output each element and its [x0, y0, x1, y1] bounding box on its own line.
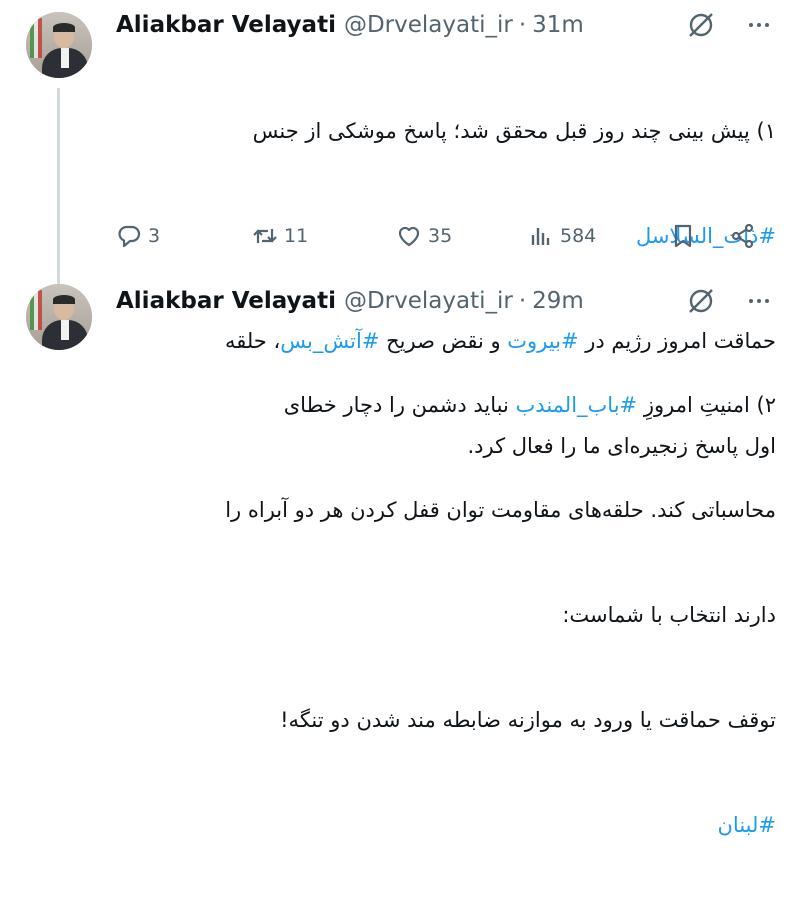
- tweet-header: Aliakbar Velayati @Drvelayati_ir · 29m: [116, 284, 584, 318]
- share-button[interactable]: [730, 218, 756, 254]
- timestamp[interactable]: 29m: [532, 288, 584, 314]
- reply-button[interactable]: 3: [116, 218, 160, 254]
- repost-button[interactable]: 11: [252, 218, 308, 254]
- reply-icon: [118, 225, 141, 248]
- timestamp[interactable]: 31m: [532, 12, 584, 38]
- hashtag-link[interactable]: #باب_المندب: [516, 393, 638, 417]
- separator-dot: ·: [518, 288, 527, 314]
- tweet-header: Aliakbar Velayati @Drvelayati_ir · 31m: [116, 8, 584, 42]
- tweet-text: ۲) امنیتِ امروزِ #باب_المندب نباید دشمن …: [108, 318, 776, 913]
- views-button[interactable]: 584: [528, 218, 596, 254]
- separator-dot: ·: [518, 12, 527, 38]
- more-dots-icon[interactable]: [744, 10, 774, 40]
- author-name[interactable]: Aliakbar Velayati: [116, 288, 336, 314]
- bookmark-icon: [674, 224, 692, 248]
- tweet-actions: 3 11 35 584: [116, 218, 766, 254]
- like-count: 35: [428, 225, 453, 247]
- views-count: 584: [560, 225, 597, 247]
- author-handle[interactable]: @Drvelayati_ir: [344, 288, 513, 314]
- author-name[interactable]: Aliakbar Velayati: [116, 12, 336, 38]
- views-chart-icon: [531, 228, 550, 245]
- tweet-1[interactable]: Aliakbar Velayati @Drvelayati_ir · 31m ۱…: [0, 0, 800, 458]
- repost-icon: [253, 229, 277, 243]
- hashtag-link[interactable]: #لبنان: [108, 808, 777, 843]
- bookmark-button[interactable]: [670, 218, 696, 254]
- tweet-line: ۲) امنیتِ امروزِ #باب_المندب نباید دشمن …: [283, 393, 776, 417]
- author-handle[interactable]: @Drvelayati_ir: [344, 12, 513, 38]
- more-dots-icon[interactable]: [744, 286, 774, 316]
- tweet-line: توقف حماقت یا ورود به موازنه ضابطه مند ش…: [280, 708, 776, 732]
- avatar[interactable]: [26, 12, 92, 78]
- share-icon: [731, 223, 754, 249]
- grok-icon[interactable]: [686, 10, 716, 40]
- reply-count: 3: [148, 225, 161, 247]
- like-button[interactable]: 35: [396, 218, 452, 254]
- heart-icon: [398, 226, 420, 247]
- tweet-line: دارند انتخاب با شماست:: [562, 603, 776, 627]
- tweet-line: محاسباتی کند. حلقه‌های مقاومت توان قفل ک…: [225, 498, 776, 522]
- grok-icon[interactable]: [686, 286, 716, 316]
- tweet-line: ۱) پیش بینی چند روز قبل محقق شد؛ پاسخ مو…: [252, 119, 776, 143]
- flag-graphic: [30, 290, 42, 330]
- avatar[interactable]: [26, 284, 92, 350]
- repost-count: 11: [284, 225, 309, 247]
- tweet-2[interactable]: Aliakbar Velayati @Drvelayati_ir · 29m ۲…: [0, 280, 800, 837]
- flag-graphic: [30, 18, 42, 58]
